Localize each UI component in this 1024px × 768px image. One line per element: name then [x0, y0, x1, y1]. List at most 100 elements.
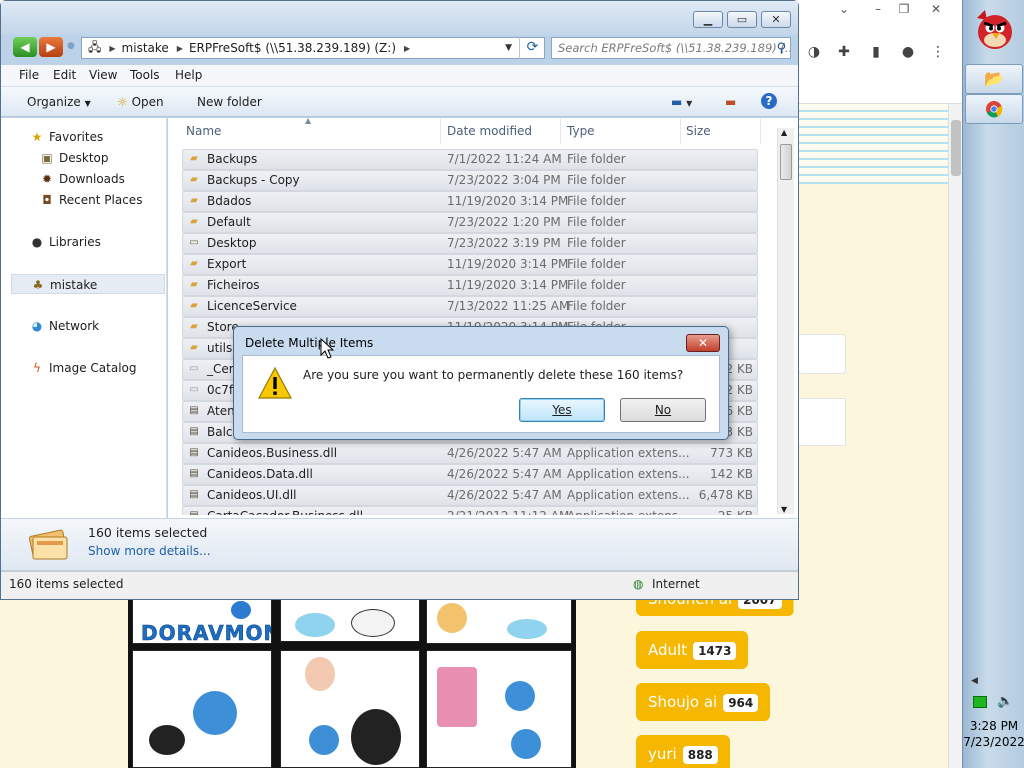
menu-edit[interactable]: Edit [53, 68, 76, 82]
breadcrumb-arrow-icon[interactable]: ▶ [109, 44, 115, 53]
tag-yuri[interactable]: yuri 888 [636, 735, 730, 768]
angry-bird-icon[interactable] [971, 6, 1017, 52]
no-button[interactable]: No [620, 398, 706, 422]
view-options-icon[interactable]: ▬ ▼ [671, 95, 692, 109]
refresh-button[interactable]: ⟳ [519, 37, 545, 59]
file-row[interactable]: ▤ Canideos.UI.dll 4/26/2022 5:47 AM Applica… [182, 485, 758, 506]
file-row[interactable]: ▰ Default 7/23/2022 1:20 PM File folder [182, 212, 758, 233]
page-scrollbar[interactable] [948, 104, 962, 768]
nav-mistake[interactable]: ♣ mistake [11, 274, 165, 294]
taskbar-explorer-button[interactable]: 📂 [965, 64, 1023, 94]
new-folder-button[interactable]: New folder [197, 95, 262, 109]
folder-icon: ▰ [190, 153, 198, 164]
comic-thumbnail[interactable]: DORAVMON [128, 598, 576, 768]
dll-file-icon: ▤ [189, 468, 199, 479]
comic-cover: DORAVMON [132, 598, 272, 644]
breadcrumb-drive[interactable]: ERPFreSoft$ (\\51.38.239.189) (Z:) [189, 41, 396, 55]
file-row[interactable]: ▰ Backups - Copy 7/23/2022 3:04 PM File fol… [182, 170, 758, 191]
tag-count: 964 [723, 693, 759, 712]
chevron-down-icon[interactable]: ⌄ [834, 2, 854, 16]
column-name[interactable]: Name [186, 124, 221, 138]
nav-downloads[interactable]: ✹ Downloads [1, 169, 167, 189]
taskbar-clock[interactable]: 3:28 PM 7/23/2022 [963, 718, 1024, 750]
puzzle-icon[interactable]: ✚ [834, 42, 854, 62]
file-row[interactable]: ▰ LicenceService 7/13/2022 11:25 AM File fo… [182, 296, 758, 317]
content-card [798, 334, 846, 374]
minimize-icon[interactable]: – [868, 2, 888, 16]
address-bar[interactable]: 🖧 ▶ mistake ▶ ERPFreSoft$ (\\51.38.239.1… [81, 37, 545, 59]
nav-network[interactable]: ◕ Network [1, 316, 167, 336]
help-icon[interactable]: ? [761, 93, 777, 109]
file-row[interactable]: ▤ Canideos.Data.dll 4/26/2022 5:47 AM Appli… [182, 464, 758, 485]
speaker-icon[interactable]: 🔈 [997, 694, 1013, 709]
nav-desktop[interactable]: ▣ Desktop [1, 148, 167, 168]
selection-count: 160 items selected [88, 525, 208, 540]
breadcrumb-mistake[interactable]: mistake [122, 41, 169, 55]
file-row[interactable]: ▰ Bdados 11/19/2020 3:14 PM File folder [182, 191, 758, 212]
maximize-button[interactable]: ▭ [727, 11, 757, 28]
file-row[interactable]: ▰ Ficheiros 11/19/2020 3:14 PM File folder [182, 275, 758, 296]
breadcrumb-arrow-icon[interactable]: ▶ [177, 44, 183, 53]
file-row[interactable]: ▤ Canideos.Business.dll 4/26/2022 5:47 AM A… [182, 443, 758, 464]
window-titlebar[interactable] [1, 1, 798, 35]
tag-label: Shoujo ai [648, 693, 718, 711]
recent-pages-dot[interactable]: ● [67, 41, 75, 51]
taskbar-chrome-button[interactable] [965, 94, 1023, 124]
document-icon: ▭ [189, 384, 199, 395]
file-size: 3 KB [725, 425, 753, 439]
menu-help[interactable]: Help [175, 68, 202, 82]
menu-file[interactable]: File [19, 68, 39, 82]
file-name: Backups - Copy [207, 173, 300, 187]
search-icon[interactable]: ⚲ [776, 39, 786, 58]
tag-adult[interactable]: Adult 1473 [636, 631, 749, 669]
restore-icon[interactable]: ❐ [894, 2, 914, 16]
column-size[interactable]: Size [686, 124, 711, 138]
nav-image-catalog[interactable]: ϟ Image Catalog [1, 358, 167, 378]
search-input[interactable]: Search ERPFreSoft$ (\\51.38.239.189) (..… [551, 37, 791, 59]
file-date: 11/19/2020 3:14 PM [447, 257, 569, 271]
breadcrumb-arrow-icon[interactable]: ▶ [404, 44, 410, 53]
file-list: Name ▲ Date modified Type Size ▰ Backups 7… [168, 116, 798, 518]
scroll-down-icon[interactable]: ▼ [781, 505, 787, 514]
tray-expand-icon[interactable]: ◀ [971, 676, 978, 686]
menu-tools[interactable]: Tools [130, 68, 160, 82]
scrollbar-thumb[interactable] [951, 120, 961, 176]
menu-dots-icon[interactable]: ⋮ [928, 42, 948, 62]
column-type[interactable]: Type [567, 124, 595, 138]
yes-button[interactable]: Yes [519, 398, 605, 422]
nav-favorites[interactable]: ★ Favorites [1, 127, 167, 147]
close-icon[interactable]: ✕ [926, 2, 946, 16]
file-list-scrollbar[interactable]: ▲ ▼ [777, 128, 794, 514]
file-row[interactable]: ▤ CartaCacador.Business.dll 2/21/2012 11:1… [182, 506, 758, 515]
internet-zone-icon: ◍ [633, 577, 644, 591]
nav-libraries[interactable]: ● Libraries [1, 232, 167, 252]
back-button[interactable]: ◀ [13, 37, 37, 57]
open-button[interactable]: ☼ Open [117, 95, 164, 109]
profile-icon[interactable]: ● [898, 42, 918, 62]
nav-recent-places[interactable]: ◘ Recent Places [1, 190, 167, 210]
dialog-close-button[interactable]: ✕ [686, 334, 720, 352]
tag-shoujo-ai[interactable]: Shoujo ai 964 [636, 683, 771, 721]
close-button[interactable]: ✕ [761, 11, 791, 28]
dll-file-icon: ▤ [189, 426, 199, 437]
address-dropdown-icon[interactable]: ▼ [505, 43, 512, 53]
file-name: utils [207, 341, 233, 355]
file-row[interactable]: ▰ Backups 7/1/2022 11:24 AM File folder [182, 149, 758, 170]
minimize-button[interactable]: ▁ [693, 11, 723, 28]
forward-button[interactable]: ▶ [39, 37, 63, 57]
scroll-up-icon[interactable]: ▲ [781, 128, 787, 137]
column-date[interactable]: Date modified [447, 124, 532, 138]
network-tray-icon[interactable] [973, 696, 987, 708]
extension-flag-icon[interactable]: ◑ [804, 42, 824, 62]
menu-view[interactable]: View [89, 68, 117, 82]
file-row[interactable]: ▭ Desktop 7/23/2022 3:19 PM File folder [182, 233, 758, 254]
file-row[interactable]: ▰ Export 11/19/2020 3:14 PM File folder [182, 254, 758, 275]
scrollbar-thumb[interactable] [780, 144, 792, 180]
side-panel-icon[interactable]: ▮ [866, 42, 886, 62]
open-label: Open [131, 95, 164, 109]
status-selection: 160 items selected [9, 577, 124, 591]
show-more-details-link[interactable]: Show more details... [88, 544, 211, 558]
preview-pane-icon[interactable]: ▬ [725, 95, 736, 109]
image-catalog-icon: ϟ [33, 361, 41, 375]
organize-button[interactable]: Organize ▼ [27, 95, 91, 109]
